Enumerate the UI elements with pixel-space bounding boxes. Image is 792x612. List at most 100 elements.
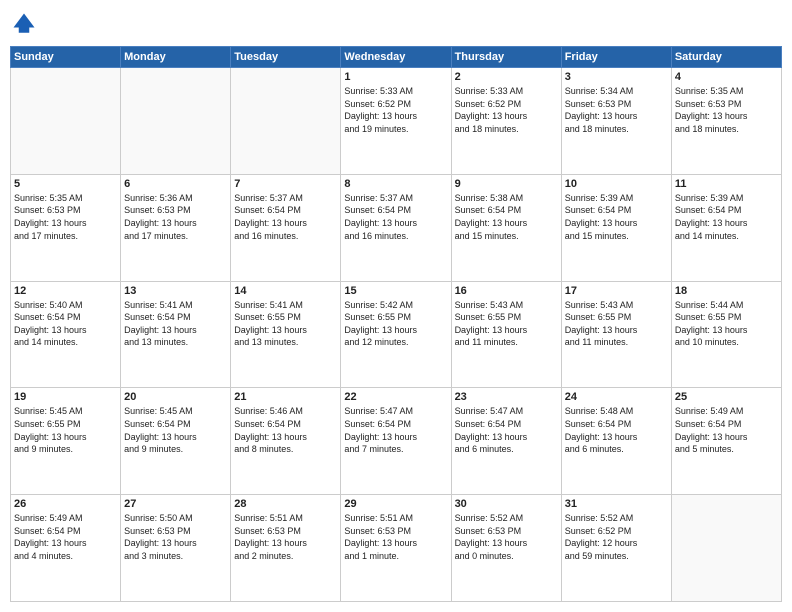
cell-text-line: and 18 minutes.	[565, 123, 668, 136]
cell-text-line: and 12 minutes.	[344, 336, 447, 349]
calendar-cell: 13Sunrise: 5:41 AMSunset: 6:54 PMDayligh…	[121, 281, 231, 388]
cell-text-line: and 7 minutes.	[344, 443, 447, 456]
cell-text-line: Sunrise: 5:41 AM	[124, 299, 227, 312]
cell-text-line: Daylight: 13 hours	[675, 110, 778, 123]
cell-text-line: Sunrise: 5:40 AM	[14, 299, 117, 312]
cell-text-line: Sunrise: 5:45 AM	[14, 405, 117, 418]
cell-text-line: Sunset: 6:55 PM	[675, 311, 778, 324]
cell-text-line: Daylight: 13 hours	[675, 324, 778, 337]
calendar-cell	[121, 68, 231, 175]
calendar-cell: 16Sunrise: 5:43 AMSunset: 6:55 PMDayligh…	[451, 281, 561, 388]
cell-text-line: Daylight: 13 hours	[234, 431, 337, 444]
cell-text-line: Sunrise: 5:39 AM	[565, 192, 668, 205]
week-row-3: 12Sunrise: 5:40 AMSunset: 6:54 PMDayligh…	[11, 281, 782, 388]
cell-text-line: Daylight: 13 hours	[455, 217, 558, 230]
cell-text-line: Sunrise: 5:42 AM	[344, 299, 447, 312]
calendar-cell: 10Sunrise: 5:39 AMSunset: 6:54 PMDayligh…	[561, 174, 671, 281]
cell-text-line: and 14 minutes.	[675, 230, 778, 243]
cell-text-line: and 10 minutes.	[675, 336, 778, 349]
cell-text-line: Sunset: 6:54 PM	[675, 204, 778, 217]
cell-text-line: Sunset: 6:52 PM	[565, 525, 668, 538]
week-row-5: 26Sunrise: 5:49 AMSunset: 6:54 PMDayligh…	[11, 495, 782, 602]
cell-text-line: and 15 minutes.	[565, 230, 668, 243]
cell-text-line: Daylight: 13 hours	[675, 217, 778, 230]
cell-text-line: Daylight: 13 hours	[565, 110, 668, 123]
cell-text-line: and 0 minutes.	[455, 550, 558, 563]
calendar-cell: 19Sunrise: 5:45 AMSunset: 6:55 PMDayligh…	[11, 388, 121, 495]
cell-text-line: Daylight: 13 hours	[124, 324, 227, 337]
calendar-cell: 5Sunrise: 5:35 AMSunset: 6:53 PMDaylight…	[11, 174, 121, 281]
cell-text-line: Daylight: 13 hours	[124, 217, 227, 230]
day-number: 5	[14, 178, 117, 190]
day-number: 21	[234, 391, 337, 403]
logo-icon	[10, 10, 38, 38]
cell-text-line: Daylight: 13 hours	[14, 431, 117, 444]
cell-text-line: Sunrise: 5:35 AM	[675, 85, 778, 98]
cell-text-line: and 1 minute.	[344, 550, 447, 563]
calendar-header-row: SundayMondayTuesdayWednesdayThursdayFrid…	[11, 47, 782, 68]
cell-text-line: Daylight: 13 hours	[124, 431, 227, 444]
day-number: 22	[344, 391, 447, 403]
cell-text-line: Sunrise: 5:52 AM	[565, 512, 668, 525]
cell-text-line: Sunset: 6:53 PM	[234, 525, 337, 538]
cell-text-line: Sunset: 6:54 PM	[565, 418, 668, 431]
day-number: 31	[565, 498, 668, 510]
calendar-cell: 24Sunrise: 5:48 AMSunset: 6:54 PMDayligh…	[561, 388, 671, 495]
cell-text-line: and 9 minutes.	[124, 443, 227, 456]
day-number: 3	[565, 71, 668, 83]
cell-text-line: Sunset: 6:52 PM	[455, 98, 558, 111]
calendar-cell: 21Sunrise: 5:46 AMSunset: 6:54 PMDayligh…	[231, 388, 341, 495]
cell-text-line: Sunset: 6:53 PM	[675, 98, 778, 111]
cell-text-line: and 6 minutes.	[565, 443, 668, 456]
day-number: 9	[455, 178, 558, 190]
day-header-sunday: Sunday	[11, 47, 121, 68]
cell-text-line: Sunset: 6:54 PM	[124, 311, 227, 324]
header	[10, 10, 782, 38]
day-number: 25	[675, 391, 778, 403]
cell-text-line: Sunrise: 5:44 AM	[675, 299, 778, 312]
cell-text-line: Sunset: 6:54 PM	[14, 525, 117, 538]
cell-text-line: Daylight: 13 hours	[344, 217, 447, 230]
cell-text-line: Sunset: 6:53 PM	[124, 204, 227, 217]
calendar-cell: 6Sunrise: 5:36 AMSunset: 6:53 PMDaylight…	[121, 174, 231, 281]
cell-text-line: Sunset: 6:55 PM	[234, 311, 337, 324]
day-header-monday: Monday	[121, 47, 231, 68]
cell-text-line: and 6 minutes.	[455, 443, 558, 456]
day-number: 18	[675, 285, 778, 297]
day-number: 7	[234, 178, 337, 190]
cell-text-line: Daylight: 13 hours	[455, 431, 558, 444]
cell-text-line: Daylight: 13 hours	[14, 537, 117, 550]
cell-text-line: Sunset: 6:54 PM	[234, 204, 337, 217]
logo	[10, 10, 42, 38]
cell-text-line: Sunrise: 5:51 AM	[234, 512, 337, 525]
cell-text-line: Sunset: 6:53 PM	[455, 525, 558, 538]
cell-text-line: Sunset: 6:53 PM	[565, 98, 668, 111]
day-number: 20	[124, 391, 227, 403]
cell-text-line: and 18 minutes.	[455, 123, 558, 136]
cell-text-line: and 13 minutes.	[234, 336, 337, 349]
day-number: 27	[124, 498, 227, 510]
calendar-cell	[11, 68, 121, 175]
cell-text-line: Sunrise: 5:51 AM	[344, 512, 447, 525]
calendar-table: SundayMondayTuesdayWednesdayThursdayFrid…	[10, 46, 782, 602]
cell-text-line: Sunset: 6:54 PM	[14, 311, 117, 324]
day-number: 12	[14, 285, 117, 297]
page: SundayMondayTuesdayWednesdayThursdayFrid…	[0, 0, 792, 612]
cell-text-line: Sunrise: 5:33 AM	[455, 85, 558, 98]
calendar-cell: 22Sunrise: 5:47 AMSunset: 6:54 PMDayligh…	[341, 388, 451, 495]
calendar-cell: 11Sunrise: 5:39 AMSunset: 6:54 PMDayligh…	[671, 174, 781, 281]
cell-text-line: and 16 minutes.	[344, 230, 447, 243]
cell-text-line: Sunset: 6:52 PM	[344, 98, 447, 111]
cell-text-line: and 17 minutes.	[124, 230, 227, 243]
calendar-cell: 14Sunrise: 5:41 AMSunset: 6:55 PMDayligh…	[231, 281, 341, 388]
cell-text-line: Sunrise: 5:45 AM	[124, 405, 227, 418]
day-header-saturday: Saturday	[671, 47, 781, 68]
cell-text-line: and 8 minutes.	[234, 443, 337, 456]
cell-text-line: Sunset: 6:55 PM	[344, 311, 447, 324]
day-number: 16	[455, 285, 558, 297]
day-number: 26	[14, 498, 117, 510]
cell-text-line: and 11 minutes.	[565, 336, 668, 349]
cell-text-line: Sunrise: 5:52 AM	[455, 512, 558, 525]
cell-text-line: Daylight: 13 hours	[234, 324, 337, 337]
cell-text-line: Sunrise: 5:41 AM	[234, 299, 337, 312]
